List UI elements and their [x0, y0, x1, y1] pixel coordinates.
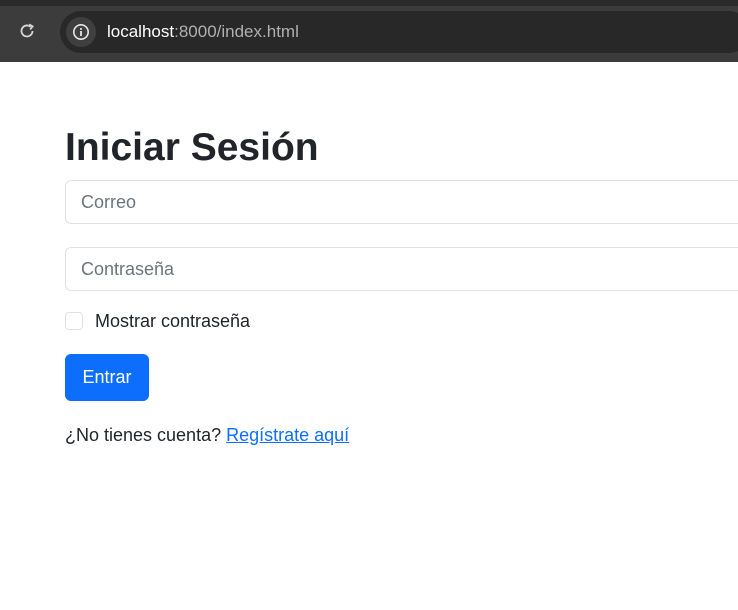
- address-bar[interactable]: localhost:8000/index.html: [60, 11, 738, 53]
- register-prompt: ¿No tienes cuenta?: [65, 425, 222, 445]
- submit-button[interactable]: Entrar: [65, 354, 149, 401]
- reload-icon: [20, 23, 34, 38]
- site-info-button[interactable]: [66, 17, 96, 47]
- url-host: localhost: [107, 22, 175, 41]
- url-text[interactable]: localhost:8000/index.html: [107, 22, 299, 42]
- email-field[interactable]: [65, 180, 738, 224]
- tab-strip: [0, 0, 738, 6]
- page-title: Iniciar Sesión: [65, 126, 319, 169]
- url-path: :8000/index.html: [174, 22, 299, 41]
- show-password-row: Mostrar contraseña: [65, 309, 250, 333]
- show-password-checkbox[interactable]: [65, 312, 83, 330]
- show-password-label[interactable]: Mostrar contraseña: [95, 311, 250, 332]
- register-line: ¿No tienes cuenta? Regístrate aquí: [65, 425, 349, 446]
- register-link[interactable]: Regístrate aquí: [226, 425, 349, 445]
- password-field[interactable]: [65, 247, 738, 291]
- browser-toolbar: localhost:8000/index.html: [0, 0, 738, 62]
- reload-button[interactable]: [13, 17, 41, 45]
- info-icon: [73, 24, 89, 40]
